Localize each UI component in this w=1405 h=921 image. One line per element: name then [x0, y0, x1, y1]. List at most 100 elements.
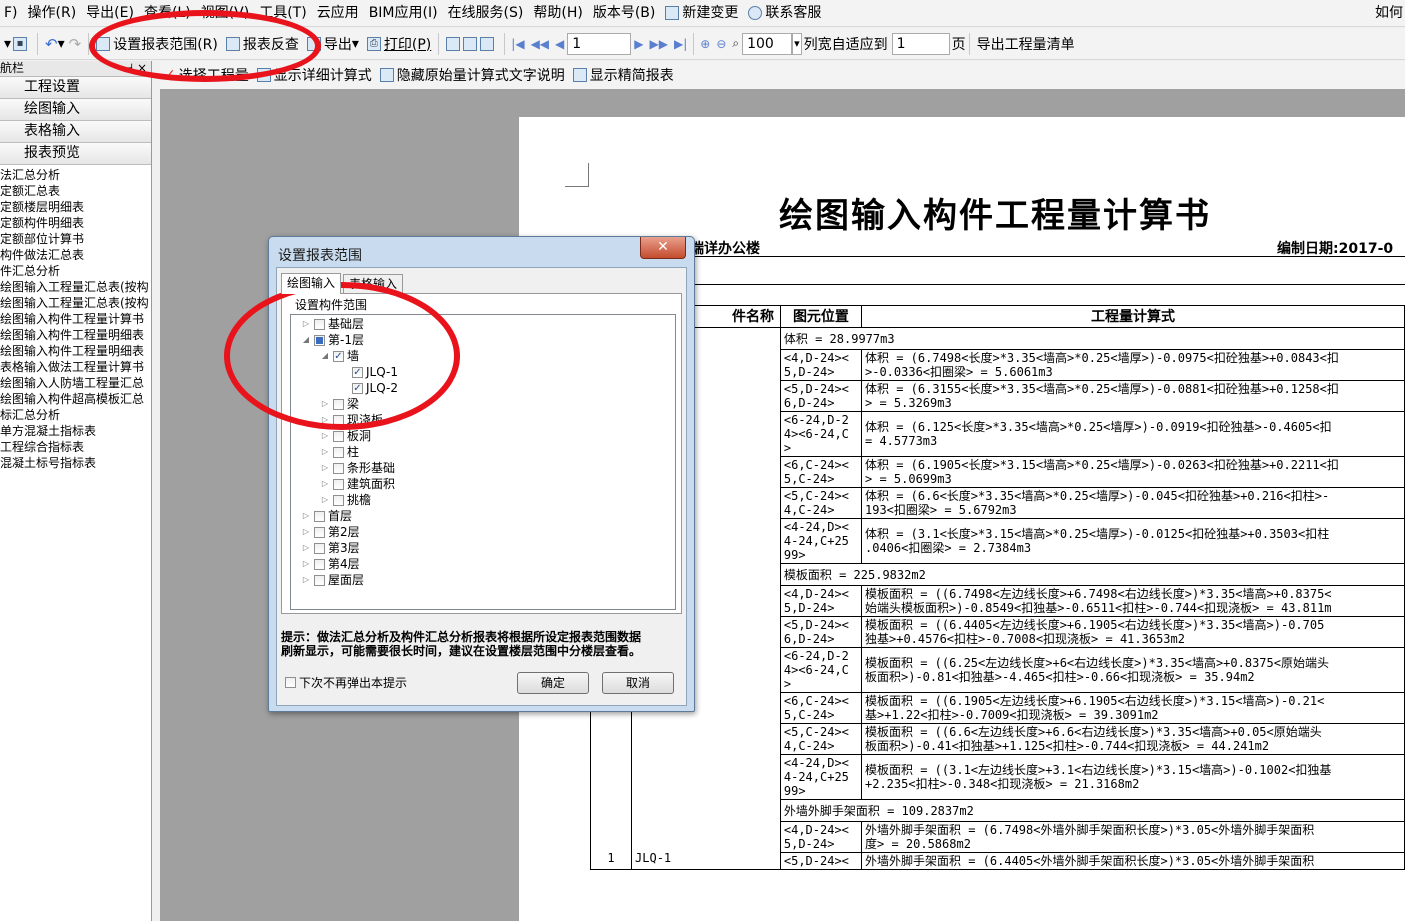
menu-item[interactable]: 云应用 [313, 0, 365, 27]
support-menu[interactable]: 联系客服 [744, 0, 827, 27]
hide-description-button[interactable]: 隐藏原始量计算式文字说明 [376, 62, 569, 88]
panel-title: 航栏 [0, 61, 25, 75]
close-icon[interactable]: ✕ [640, 237, 686, 259]
single-page-icon[interactable] [446, 36, 461, 51]
search-icon[interactable]: ⌕ [729, 36, 742, 51]
formula-cell: 体积 = (3.1<长度>*3.15<墙高>*0.25<墙厚>)-0.0125<… [861, 518, 1405, 564]
tree-node[interactable]: ▷ 挑檐 [320, 493, 371, 507]
nav-button[interactable]: 表格输入 [0, 121, 151, 143]
expand-arrow-icon[interactable]: ▷ [320, 493, 330, 507]
menu-item[interactable]: 操作(R) [24, 0, 83, 27]
report-tree-item[interactable]: 绘图输入人防墙工程量汇总 [0, 375, 151, 391]
save-icon[interactable]: ▪ [13, 36, 28, 51]
tree-node[interactable]: ▷ 板洞 [320, 429, 371, 443]
print-button[interactable]: ⎙ 打印(P) [363, 31, 435, 57]
expand-arrow-icon[interactable]: ▷ [320, 461, 330, 475]
page-number-input[interactable]: 1 [567, 32, 632, 55]
menu-item[interactable]: 版本号(B) [589, 0, 662, 27]
tree-node[interactable]: ▷ 屋面层 [301, 573, 364, 587]
undo-button[interactable]: ↶ ▾ ↷ [41, 31, 85, 57]
report-title: 绘图输入构件工程量计算书 [779, 196, 1211, 236]
zoom-input[interactable]: 100 [742, 32, 793, 55]
next-page-icon[interactable]: ▶ [631, 37, 646, 51]
dropdown-arrow[interactable]: ▾ ▪ [0, 31, 34, 57]
menu-item[interactable]: BIM应用(I) [365, 0, 444, 27]
report-tree-item[interactable]: 绘图输入工程量汇总表(按构 [0, 279, 151, 295]
tree-checkbox[interactable] [333, 462, 344, 474]
expand-arrow-icon[interactable]: ▷ [320, 445, 330, 459]
report-tree-item[interactable]: 标汇总分析 [0, 407, 151, 423]
prev-fast-icon[interactable]: ◀◀ [528, 37, 552, 51]
report-tree-item[interactable]: 构件做法汇总表 [0, 247, 151, 263]
report-tree-item[interactable]: 定额楼层明细表 [0, 199, 151, 215]
fit-pages-input[interactable]: 1 [891, 32, 950, 55]
multi-page-icon[interactable] [480, 36, 495, 51]
report-tree-item[interactable]: 混凝土标号指标表 [0, 455, 151, 471]
report-tree-item[interactable]: 绘图输入构件工程量计算书 [0, 311, 151, 327]
tab-drawing-input[interactable]: 绘图输入 [281, 273, 342, 294]
report-tree-item[interactable]: 单方混凝土指标表 [0, 423, 151, 439]
last-page-icon[interactable]: ▶| [671, 37, 690, 51]
report-tree-item[interactable]: 定额汇总表 [0, 183, 151, 199]
nav-button[interactable]: 工程设置 [0, 77, 151, 99]
report-tree-item[interactable]: 法汇总分析 [0, 167, 151, 183]
tree-node[interactable]: ▷ 第3层 [301, 541, 360, 555]
two-page-icon[interactable] [463, 36, 478, 51]
column-header-formula: 工程量计算式 [861, 305, 1405, 328]
tree-checkbox[interactable] [314, 542, 325, 554]
menu-item[interactable]: 在线服务(S) [444, 0, 530, 27]
tree-node[interactable]: ▷ 柱 [320, 445, 359, 459]
new-change-menu[interactable]: 新建变更 [661, 0, 744, 27]
next-fast-icon[interactable]: ▶▶ [647, 37, 671, 51]
tree-checkbox[interactable] [314, 574, 325, 586]
expand-arrow-icon[interactable]: ▷ [320, 429, 330, 443]
first-page-icon[interactable]: |◀ [508, 37, 527, 51]
tree-node[interactable]: ▷ 第2层 [301, 525, 360, 539]
nav-button[interactable]: 绘图输入 [0, 99, 151, 121]
tree-node[interactable]: ▷ 条形基础 [320, 461, 395, 475]
menu-item[interactable]: 帮助(H) [529, 0, 588, 27]
export-quantity-list-button[interactable]: 导出工程量清单 [973, 31, 1079, 57]
expand-arrow-icon[interactable]: ▷ [301, 509, 311, 523]
tree-checkbox[interactable] [333, 478, 344, 490]
tree-node[interactable]: ▷ 第4层 [301, 557, 360, 571]
expand-arrow-icon[interactable]: ▷ [301, 525, 311, 539]
tree-checkbox[interactable] [314, 510, 325, 522]
tree-checkbox[interactable] [333, 494, 344, 506]
tree-checkbox[interactable] [333, 430, 344, 442]
report-tree-item[interactable]: 绘图输入构件工程量明细表 [0, 327, 151, 343]
report-tree-item[interactable]: 表格输入做法工程量计算书 [0, 359, 151, 375]
expand-arrow-icon[interactable]: ▷ [301, 557, 311, 571]
menu-right-text[interactable]: 如何 [1375, 0, 1405, 27]
cancel-button[interactable]: 取消 [602, 672, 674, 694]
show-simplified-report-button[interactable]: 显示精简报表 [569, 62, 678, 88]
report-tree-item[interactable]: 工程综合指标表 [0, 439, 151, 455]
checkbox-icon [285, 677, 296, 688]
support-icon [748, 6, 763, 20]
tree-node[interactable]: ▷ 建筑面积 [320, 477, 395, 491]
tree-checkbox[interactable] [314, 526, 325, 538]
zoom-in-icon[interactable]: ⊕ [697, 37, 713, 51]
report-tree-item[interactable]: 定额部位计算书 [0, 231, 151, 247]
prev-page-icon[interactable]: ◀ [552, 37, 567, 51]
compile-date: 编制日期:2017-0 [1277, 241, 1394, 257]
zoom-dropdown-icon[interactable]: ▾ [792, 32, 802, 55]
tree-node-label: 挑檐 [347, 493, 372, 507]
report-tree-item[interactable]: 绘图输入工程量汇总表(按构 [0, 295, 151, 311]
tree-checkbox[interactable] [333, 446, 344, 458]
nav-button[interactable]: 报表预览 [0, 143, 151, 165]
dont-show-again-checkbox[interactable]: 下次不再弹出本提示 [285, 674, 407, 691]
expand-arrow-icon[interactable]: ▷ [301, 573, 311, 587]
tree-node[interactable]: ▷ 首层 [301, 509, 352, 523]
tree-checkbox[interactable] [314, 558, 325, 570]
menu-item[interactable]: F) [0, 0, 24, 27]
expand-arrow-icon[interactable]: ▷ [301, 541, 311, 555]
expand-arrow-icon[interactable]: ▷ [320, 477, 330, 491]
report-tree-item[interactable]: 件汇总分析 [0, 263, 151, 279]
report-tree-item[interactable]: 绘图输入构件工程量明细表 [0, 343, 151, 359]
report-tree-item[interactable]: 定额构件明细表 [0, 215, 151, 231]
tree-node-label: 板洞 [347, 429, 372, 443]
report-tree-item[interactable]: 绘图输入构件超高模板汇总 [0, 391, 151, 407]
zoom-out-icon[interactable]: ⊖ [713, 37, 729, 51]
ok-button[interactable]: 确定 [517, 672, 589, 694]
